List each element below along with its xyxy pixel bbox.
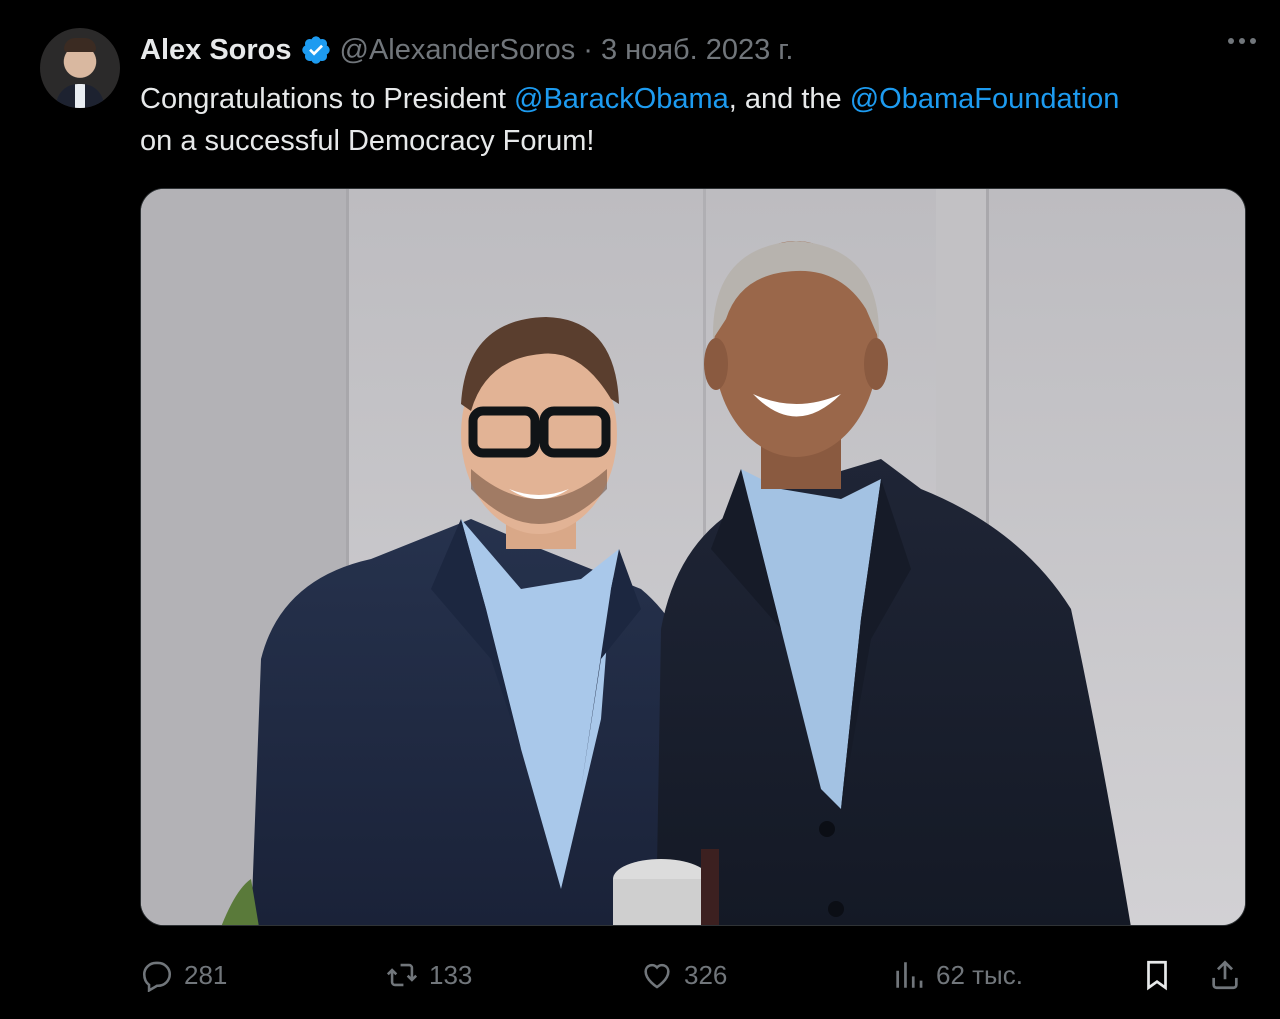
bookmark-button[interactable]: [1140, 948, 1174, 1002]
retweet-count: 133: [429, 959, 473, 990]
avatar-shirt: [56, 84, 104, 108]
tweet[interactable]: Alex Soros @AlexanderSoros · 3 нояб. 202…: [0, 0, 1280, 1019]
tweet-text-start: Congratulations to President: [140, 83, 514, 115]
author-handle[interactable]: @AlexanderSoros: [340, 34, 576, 67]
views-count: 62 тыс.: [936, 959, 1023, 990]
tweet-photo[interactable]: [140, 188, 1246, 926]
more-dot: [1250, 38, 1256, 44]
like-count: 326: [684, 959, 728, 990]
tweet-text-end: on a successful Democracy Forum!: [140, 125, 595, 157]
views-button[interactable]: 62 тыс.: [892, 948, 1023, 1002]
mention-barackobama[interactable]: @BarackObama: [514, 83, 729, 115]
retweet-button[interactable]: 133: [385, 948, 472, 1002]
author-display-name[interactable]: Alex Soros: [140, 34, 292, 67]
header-separator: ·: [583, 33, 593, 66]
tweet-text-middle: , and the: [728, 83, 850, 115]
tweet-text: Congratulations to President @BarackObam…: [140, 78, 1260, 162]
more-dot: [1239, 38, 1245, 44]
reply-count: 281: [184, 959, 228, 990]
reply-button[interactable]: 281: [140, 948, 227, 1002]
tweet-actions: 281 133 326 62 тыс.: [140, 948, 1250, 1002]
tweet-header: Alex Soros @AlexanderSoros · 3 нояб. 202…: [140, 30, 793, 70]
like-button[interactable]: 326: [640, 948, 727, 1002]
more-dot: [1228, 38, 1234, 44]
photo-illustration: [141, 189, 1245, 925]
share-icon: [1212, 960, 1238, 990]
avatar-hair: [64, 38, 96, 52]
mention-obamafoundation[interactable]: @ObamaFoundation: [850, 83, 1120, 115]
avatar[interactable]: [40, 28, 120, 108]
verified-badge-icon: [301, 36, 330, 64]
retweet-icon: [386, 963, 418, 987]
tweet-date[interactable]: 3 нояб. 2023 г.: [601, 34, 793, 67]
views-icon: [896, 962, 923, 988]
heart-icon: [644, 963, 670, 989]
share-button[interactable]: [1208, 948, 1242, 1002]
bookmark-icon: [1147, 960, 1167, 991]
more-icon[interactable]: [1228, 38, 1256, 44]
reply-icon: [142, 961, 172, 992]
